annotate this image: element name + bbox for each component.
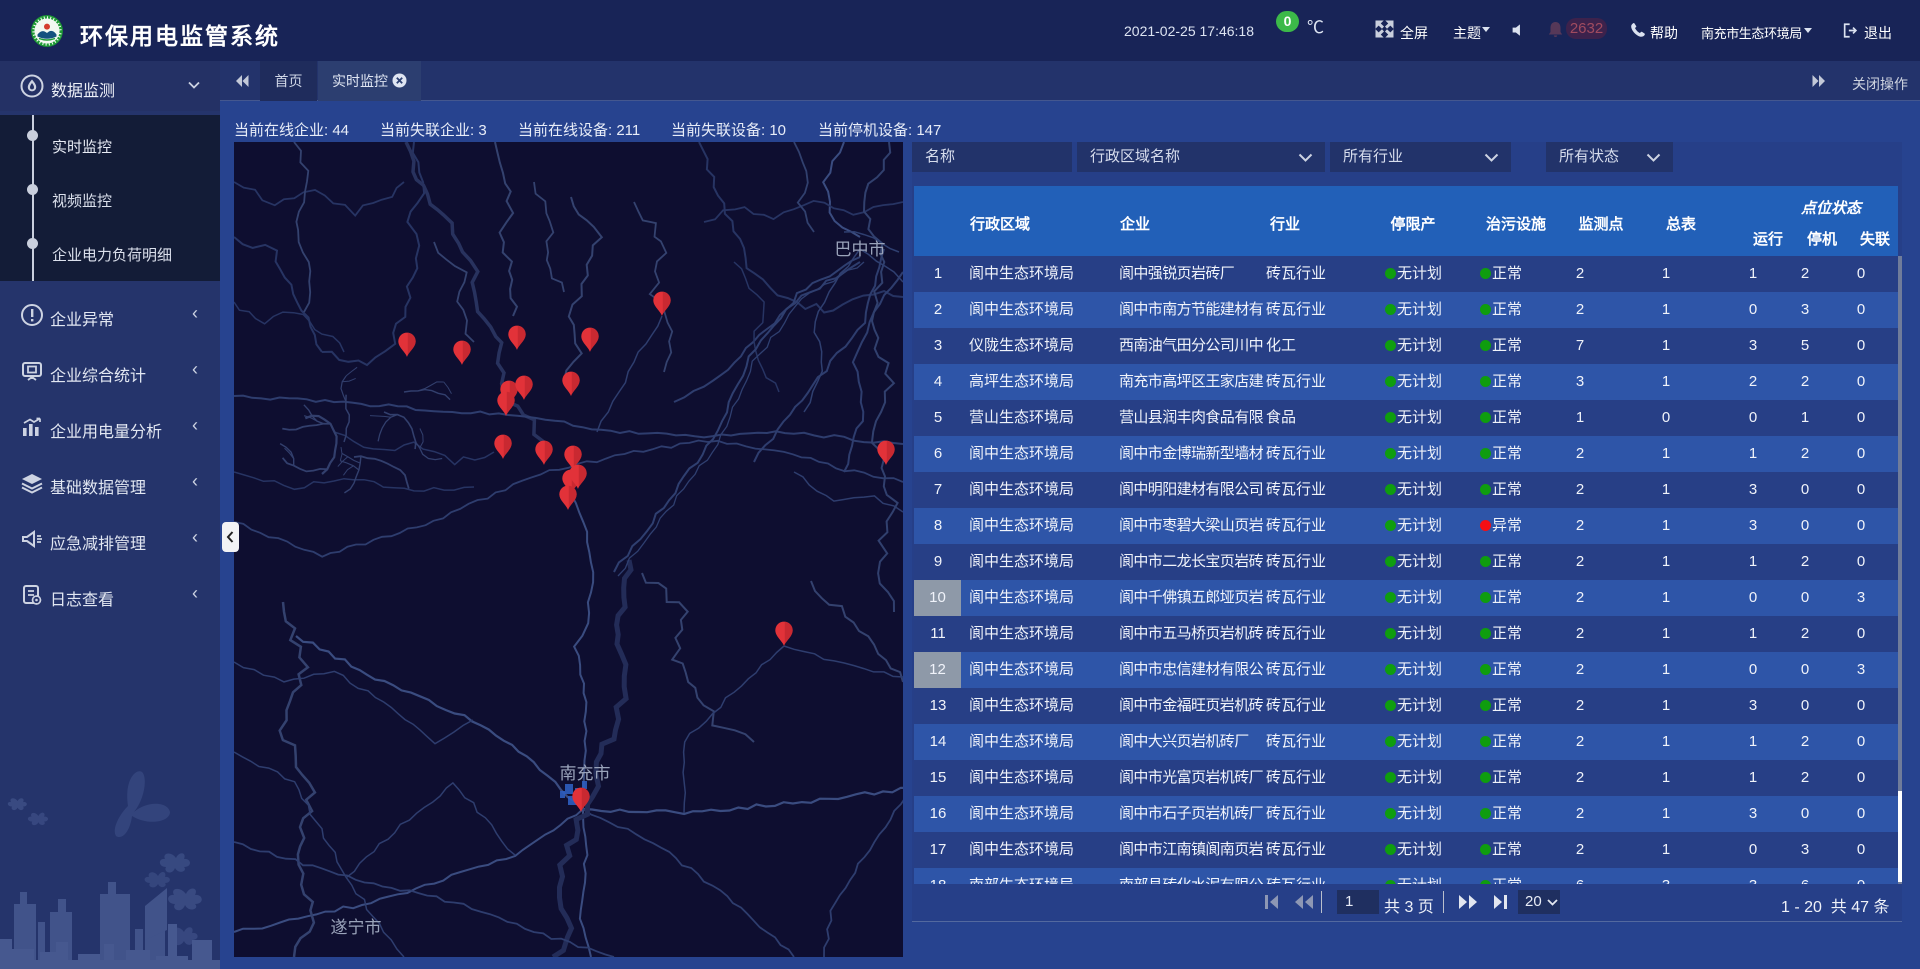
svg-text:遂宁市: 遂宁市 (331, 918, 382, 937)
svg-text:巴中市: 巴中市 (835, 240, 886, 259)
svg-text:南充市: 南充市 (560, 764, 611, 783)
